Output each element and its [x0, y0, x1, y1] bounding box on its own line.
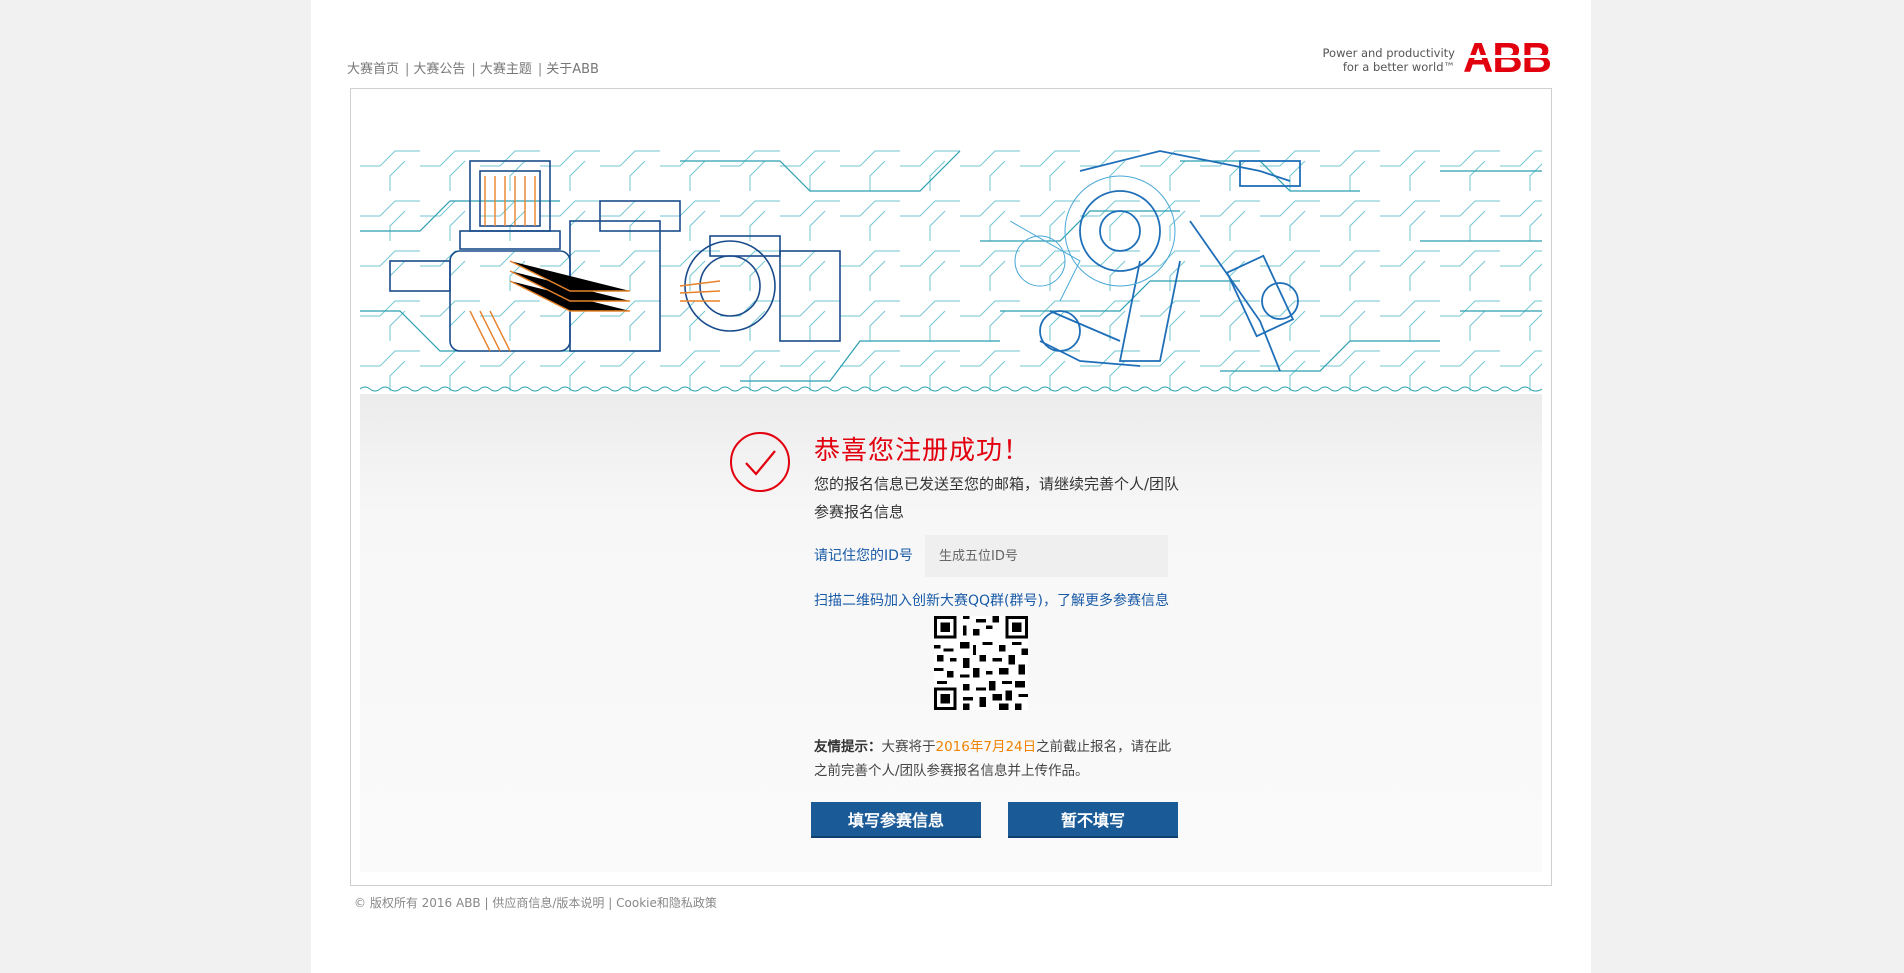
footer-separator: | [608, 896, 613, 910]
nav-separator: | [471, 62, 476, 77]
footer-separator: | [484, 896, 489, 910]
footer-copyright: © 版权所有 2016 ABB [354, 896, 481, 910]
footer: © 版权所有 2016 ABB | 供应商信息/版本说明 | Cookie和隐私… [354, 894, 717, 911]
nav-about-link[interactable]: 关于ABB [546, 62, 599, 77]
success-description: 您的报名信息已发送至您的邮箱，请继续完善个人/团队参赛报名信息 [814, 475, 1180, 521]
footer-supplier-link[interactable]: 供应商信息/版本说明 [492, 896, 604, 910]
machinery-illustration [359, 141, 1543, 394]
fill-info-button[interactable]: 填写参赛信息 [811, 802, 981, 838]
brand-tagline: Power and productivity for a better worl… [1323, 46, 1455, 74]
qr-code [934, 616, 1028, 710]
footer-cookie-link[interactable]: Cookie和隐私政策 [616, 896, 717, 910]
id-label: 请记住您的ID号 [814, 548, 913, 564]
top-nav: 大赛首页 | 大赛公告 | 大赛主题 | 关于ABB [347, 58, 599, 77]
tip-label: 友情提示： [814, 739, 882, 755]
nav-home-link[interactable]: 大赛首页 [347, 62, 399, 77]
nav-theme-link[interactable]: 大赛主题 [480, 62, 532, 77]
id-field[interactable] [925, 535, 1168, 577]
check-circle-icon [730, 432, 790, 492]
page-container: 大赛首页 | 大赛公告 | 大赛主题 | 关于ABB Power and productiv… [311, 0, 1591, 973]
nav-announcement-link[interactable]: 大赛公告 [413, 62, 465, 77]
qq-group-text: 扫描二维码加入创新大赛QQ群(群号)，了解更多参赛信息 [814, 593, 1169, 609]
brand: Power and productivity for a better worl… [1323, 38, 1551, 76]
tip-text: 友情提示：大赛将于2016年7月24日之前截止报名，请在此之前完善个人/团队参赛… [814, 735, 1184, 783]
skip-button[interactable]: 暂不填写 [1008, 802, 1178, 838]
abb-logo[interactable]: ABB [1463, 38, 1551, 76]
success-title: 恭喜您注册成功！ [814, 436, 1031, 466]
tagline-line1: Power and productivity [1322, 46, 1455, 60]
banner-illustration [359, 141, 1543, 394]
deadline-date: 2016年7月24日 [935, 739, 1037, 755]
tip-before: 大赛将于 [881, 739, 936, 755]
tagline-line2: for a better world™ [1342, 60, 1455, 74]
nav-separator: | [405, 62, 410, 77]
nav-separator: | [537, 62, 543, 77]
